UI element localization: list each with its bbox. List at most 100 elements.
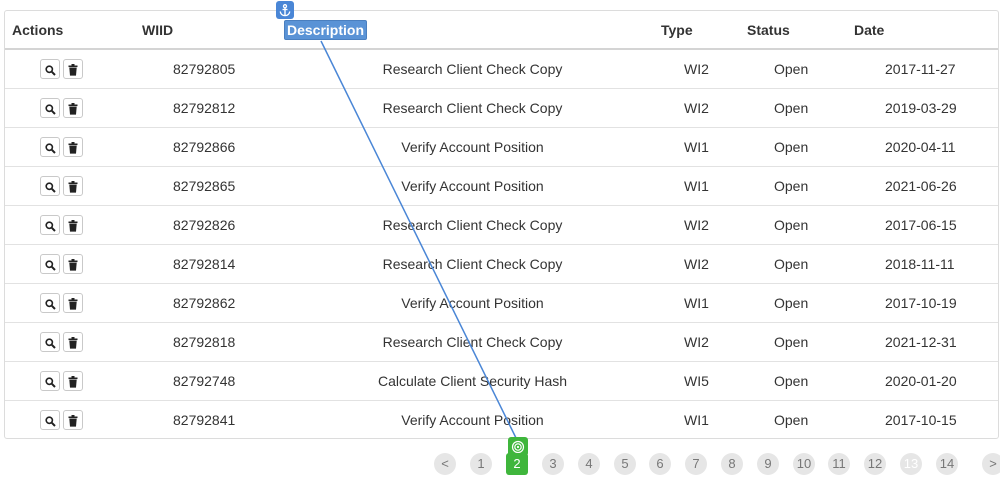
delete-button[interactable]	[63, 215, 83, 235]
pagination-page-1[interactable]: 1	[470, 453, 492, 475]
search-icon	[44, 412, 56, 428]
cell-description: Verify Account Position	[284, 283, 661, 323]
view-button[interactable]	[40, 332, 60, 352]
pagination-next[interactable]: >	[982, 453, 1000, 475]
table-row: 82792818 Research Client Check Copy WI2 Ope…	[5, 322, 998, 362]
row-actions	[5, 322, 140, 362]
view-button[interactable]	[40, 59, 60, 79]
trash-icon	[68, 334, 78, 350]
cell-wiid: 82792862	[140, 283, 284, 323]
cell-wiid: 82792865	[140, 166, 284, 206]
cell-wiid: 82792812	[140, 88, 284, 128]
cell-date: 2020-01-20	[854, 361, 998, 401]
row-actions	[5, 166, 140, 206]
pagination-page-10[interactable]: 10	[793, 453, 815, 475]
delete-button[interactable]	[63, 254, 83, 274]
search-icon	[44, 373, 56, 389]
anchor-icon	[276, 1, 294, 19]
pagination-page-7[interactable]: 7	[685, 453, 707, 475]
pagination-page-2[interactable]: 2	[506, 453, 528, 475]
cell-wiid: 82792805	[140, 49, 284, 89]
cell-wiid: 82792826	[140, 205, 284, 245]
cell-date: 2020-04-11	[854, 127, 998, 167]
delete-button[interactable]	[63, 98, 83, 118]
row-actions	[5, 361, 140, 401]
search-icon	[44, 334, 56, 350]
row-actions	[5, 244, 140, 284]
delete-button[interactable]	[63, 332, 83, 352]
cell-type: WI2	[661, 322, 747, 362]
pagination-page-11[interactable]: 11	[828, 453, 850, 475]
search-icon	[44, 178, 56, 194]
row-actions	[5, 205, 140, 245]
cell-status: Open	[747, 244, 854, 284]
delete-button[interactable]	[63, 137, 83, 157]
pagination-page-9[interactable]: 9	[757, 453, 779, 475]
header-description[interactable]: Description	[284, 19, 368, 40]
cell-wiid: 82792748	[140, 361, 284, 401]
row-actions	[5, 127, 140, 167]
view-button[interactable]	[40, 215, 60, 235]
table-row: 82792812 Research Client Check Copy WI2 Ope…	[5, 88, 998, 128]
row-actions	[5, 49, 140, 89]
cell-date: 2021-06-26	[854, 166, 998, 206]
search-icon	[44, 61, 56, 77]
cell-date: 2017-10-19	[854, 283, 998, 323]
cell-type: WI1	[661, 166, 747, 206]
table-row: 82792805 Research Client Check Copy WI2 Ope…	[5, 49, 998, 89]
view-button[interactable]	[40, 371, 60, 391]
view-button[interactable]	[40, 137, 60, 157]
trash-icon	[68, 217, 78, 233]
trash-icon	[68, 61, 78, 77]
pagination-page-13[interactable]: 13	[900, 453, 922, 475]
table-row: 82792841 Verify Account Position WI1 Open 20…	[5, 401, 998, 440]
table-row: 82792865 Verify Account Position WI1 Open 20…	[5, 166, 998, 206]
cell-type: WI1	[661, 283, 747, 323]
cell-description: Verify Account Position	[284, 127, 661, 167]
pagination-page-12[interactable]: 12	[864, 453, 886, 475]
delete-button[interactable]	[63, 371, 83, 391]
delete-button[interactable]	[63, 176, 83, 196]
row-actions	[5, 88, 140, 128]
view-button[interactable]	[40, 254, 60, 274]
header-actions[interactable]: Actions	[5, 11, 140, 50]
cell-status: Open	[747, 88, 854, 128]
header-description-cell[interactable]: Description	[284, 11, 661, 50]
cell-status: Open	[747, 127, 854, 167]
cell-status: Open	[774, 412, 809, 428]
cell-type: WI2	[661, 88, 747, 128]
cell-description: Research Client Check Copy	[284, 244, 661, 284]
search-icon	[44, 139, 56, 155]
header-date[interactable]: Date	[854, 11, 998, 50]
cell-description: Research Client Check Copy	[284, 322, 661, 362]
view-button[interactable]	[40, 293, 60, 313]
view-button[interactable]	[40, 98, 60, 118]
table-header-row: Actions WIID Description Type Status Dat…	[5, 11, 998, 50]
trash-icon	[68, 100, 78, 116]
view-button[interactable]	[40, 176, 60, 196]
header-status[interactable]: Status	[747, 11, 854, 50]
pagination-page-5[interactable]: 5	[614, 453, 636, 475]
pagination-page-6[interactable]: 6	[649, 453, 671, 475]
pagination-page-4[interactable]: 4	[578, 453, 600, 475]
cell-type: WI2	[661, 49, 747, 89]
view-button[interactable]	[40, 410, 60, 430]
cell-date: 2021-12-31	[854, 322, 998, 362]
delete-button[interactable]	[63, 410, 83, 430]
trash-icon	[68, 256, 78, 272]
cell-description: Calculate Client Security Hash	[284, 361, 661, 401]
trash-icon	[68, 373, 78, 389]
search-icon	[44, 295, 56, 311]
cell-type: WI2	[661, 205, 747, 245]
trash-icon	[68, 178, 78, 194]
cell-type: WI2	[661, 244, 747, 284]
pagination-prev[interactable]: <	[434, 453, 456, 475]
delete-button[interactable]	[63, 293, 83, 313]
pagination-page-14[interactable]: 14	[936, 453, 958, 475]
trash-icon	[68, 139, 78, 155]
pagination-page-3[interactable]: 3	[542, 453, 564, 475]
header-wiid[interactable]: WIID	[140, 11, 284, 50]
pagination-page-8[interactable]: 8	[721, 453, 743, 475]
delete-button[interactable]	[63, 59, 83, 79]
header-type[interactable]: Type	[661, 11, 747, 50]
